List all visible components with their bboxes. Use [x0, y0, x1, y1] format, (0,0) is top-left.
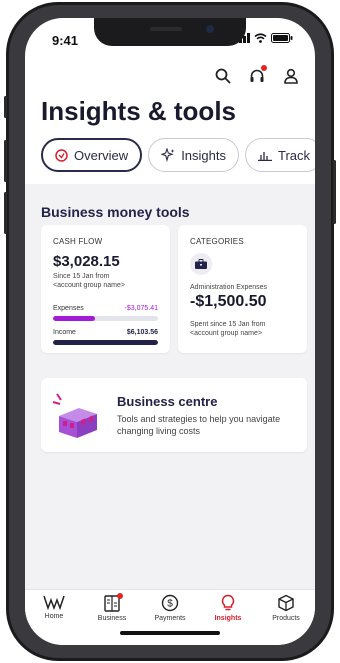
lightbulb-icon [221, 594, 235, 611]
notch [94, 18, 246, 46]
cash-flow-since: Since 15 Jan from [53, 273, 110, 280]
category-spent-since: Spent since 15 Jan from [190, 321, 266, 328]
income-bar-fill [53, 340, 158, 345]
briefcase-icon [195, 259, 207, 269]
tabbar-item-payments[interactable]: $ Payments [141, 594, 199, 622]
header-actions [213, 65, 301, 86]
categories-card[interactable]: CATEGORIES Administration Expenses -$1,5… [178, 225, 307, 353]
overview-icon [55, 148, 68, 162]
tab-track-label: Track [278, 147, 311, 163]
categories-label: CATEGORIES [190, 237, 244, 246]
tabbar-item-business[interactable]: Business [83, 593, 141, 622]
tab-insights[interactable]: Insights [148, 138, 239, 172]
income-value: $6,103.56 [126, 329, 158, 336]
profile-icon [284, 68, 298, 84]
category-amount: -$1,500.50 [190, 293, 267, 310]
tabbar-label-home: Home [44, 613, 64, 620]
tab-overview-label: Overview [74, 147, 129, 163]
volume-down-button [4, 192, 7, 234]
notification-dot [261, 65, 267, 71]
tab-insights-label: Insights [181, 147, 226, 163]
expenses-bar [53, 316, 158, 321]
tabbar-item-insights[interactable]: Insights [199, 594, 257, 622]
cash-flow-amount: $3,028.15 [53, 253, 120, 270]
home-indicator [120, 631, 220, 635]
expenses-label: Expenses [53, 305, 84, 312]
tabbar-label-business: Business [97, 615, 127, 622]
volume-up-button [4, 140, 7, 182]
business-centre-title: Business centre [117, 394, 218, 409]
speaker [150, 27, 182, 31]
page-title: Insights & tools [41, 96, 236, 126]
chart-icon [258, 152, 272, 161]
sparkle-icon [161, 148, 175, 162]
tab-track[interactable]: Track [245, 138, 315, 172]
tabbar-label-payments: Payments [154, 615, 186, 622]
home-icon [43, 595, 65, 610]
expenses-row: Expenses -$3,075.41 [53, 305, 158, 312]
income-bar [53, 340, 158, 345]
category-group: <account group name> [190, 330, 262, 337]
tabbar-item-products[interactable]: Products [257, 594, 315, 622]
bottom-tab-bar: Home Business $ Payments Insights Produc… [25, 589, 315, 645]
expenses-value: -$3,075.41 [124, 305, 158, 312]
cash-flow-group: <account group name> [53, 282, 125, 289]
segment-tabs: Overview Insights Track [41, 138, 315, 172]
cash-flow-card[interactable]: CASH FLOW $3,028.15 Since 15 Jan from <a… [41, 225, 170, 353]
products-icon [278, 594, 294, 612]
income-row: Income $6,103.56 [53, 329, 158, 336]
briefcase-badge [190, 253, 212, 275]
profile-button[interactable] [281, 66, 301, 86]
business-centre-subtitle: Tools and strategies to help you navigat… [117, 414, 281, 436]
cash-flow-label: CASH FLOW [53, 237, 103, 246]
tab-overview[interactable]: Overview [41, 138, 143, 172]
business-centre-illustration [52, 393, 97, 438]
tabbar-label-insights: Insights [214, 615, 242, 622]
power-button [333, 160, 336, 224]
svg-text:$: $ [167, 599, 173, 610]
battery-icon [271, 33, 293, 43]
wifi-icon [254, 33, 267, 43]
tabbar-label-products: Products [272, 615, 300, 622]
app-screen: 9:41 Insights & tools Overview Insights … [25, 18, 315, 645]
search-icon [215, 68, 231, 84]
business-notification-dot [117, 593, 123, 599]
support-button[interactable] [247, 65, 267, 86]
front-camera [206, 25, 214, 33]
section-title: Business money tools [41, 204, 190, 220]
payments-icon: $ [161, 594, 179, 612]
tabbar-item-home[interactable]: Home [25, 594, 83, 620]
expenses-bar-fill [53, 316, 95, 321]
category-name: Administration Expenses [190, 284, 268, 291]
business-centre-card[interactable]: Business centre Tools and strategies to … [41, 378, 307, 452]
income-label: Income [53, 329, 76, 336]
status-time: 9:41 [52, 33, 79, 48]
search-button[interactable] [213, 66, 233, 86]
silent-switch [4, 96, 7, 118]
